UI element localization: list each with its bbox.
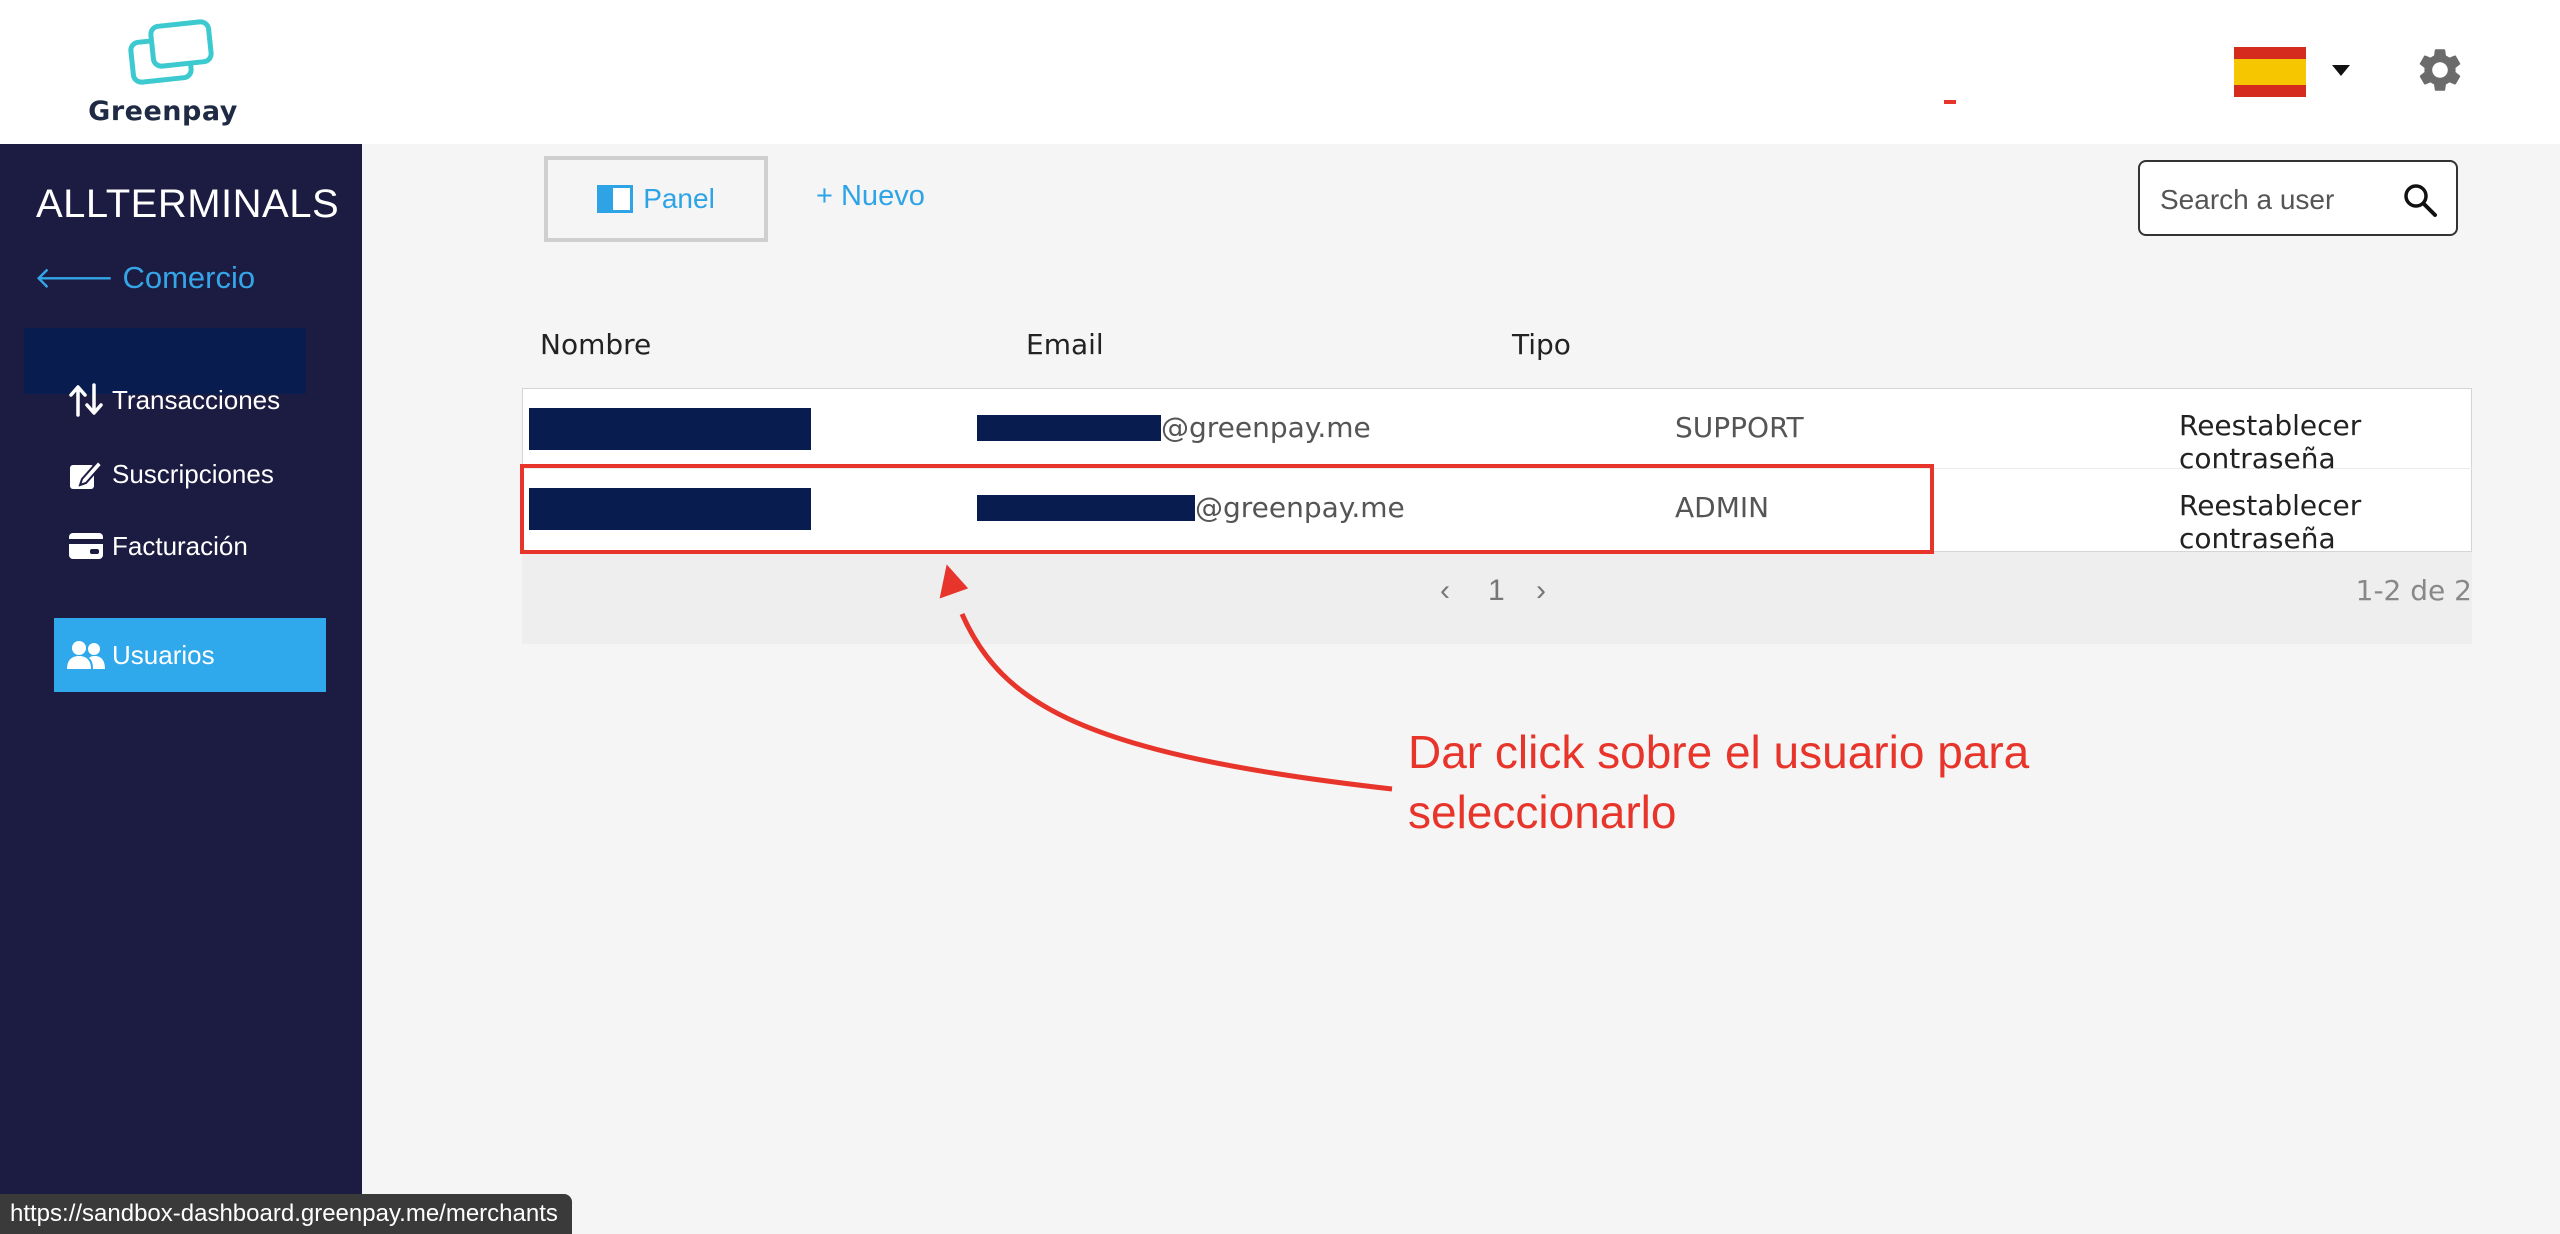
new-user-button[interactable]: + Nuevo xyxy=(816,180,925,213)
arrows-up-down-icon xyxy=(66,382,106,418)
panel-button[interactable]: Panel xyxy=(544,156,768,242)
email-suffix: @greenpay.me xyxy=(1161,411,1371,444)
annotation-mark xyxy=(1944,100,1956,104)
pagination-bar: ‹ 1 › 1-2 de 2 xyxy=(522,552,2472,644)
panel-icon xyxy=(597,185,634,213)
edit-icon xyxy=(66,456,106,492)
reset-password-link[interactable]: Reestablecer contraseña xyxy=(2179,409,2473,475)
annotation-text: Dar click sobre el usuario para seleccio… xyxy=(1408,726,2030,838)
redacted-name xyxy=(529,408,811,450)
sidebar-item-label: Facturación xyxy=(112,530,248,561)
sidebar-item-transacciones[interactable]: Transacciones xyxy=(54,364,326,436)
sidebar: ALLTERMINALS 🡐 Comercio Transacciones Su… xyxy=(0,144,362,1234)
column-header-email[interactable]: Email xyxy=(1026,328,1104,361)
user-type: SUPPORT xyxy=(1675,411,1804,444)
chevron-down-icon[interactable] xyxy=(2332,65,2350,76)
search-box xyxy=(2138,160,2458,236)
status-bar-url: https://sandbox-dashboard.greenpay.me/me… xyxy=(0,1194,572,1234)
sidebar-item-usuarios[interactable]: Usuarios xyxy=(54,618,326,692)
sidebar-item-facturacion[interactable]: Facturación xyxy=(54,510,326,582)
sidebar-item-label: Transacciones xyxy=(112,384,281,415)
greenpay-logo[interactable]: Greenpay xyxy=(88,18,238,127)
cards-logo-icon xyxy=(128,19,214,85)
arrow-left-icon: 🡐 xyxy=(34,262,115,295)
credit-card-icon xyxy=(66,528,106,564)
search-icon[interactable] xyxy=(2402,182,2438,218)
main-content: Panel + Nuevo Nombre Email Tipo @greenpa… xyxy=(362,144,2560,1234)
gear-icon[interactable] xyxy=(2414,44,2466,96)
table-row[interactable]: @greenpay.me SUPPORT Reestablecer contra… xyxy=(523,389,2473,475)
pagination-next[interactable]: › xyxy=(1536,574,1546,608)
reset-password-link[interactable]: Reestablecer contraseña xyxy=(2179,489,2473,555)
spain-flag-icon[interactable] xyxy=(2234,47,2306,97)
sidebar-item-suscripciones[interactable]: Suscripciones xyxy=(54,438,326,510)
search-input[interactable] xyxy=(2160,182,2390,218)
pagination-page[interactable]: 1 xyxy=(1488,574,1505,608)
redacted-email xyxy=(977,415,1161,441)
merchant-name: ALLTERMINALS xyxy=(36,182,340,226)
annotation-arrow xyxy=(939,564,1393,792)
back-to-merchant-link[interactable]: 🡐 Comercio xyxy=(34,260,255,296)
pagination-count: 1-2 de 2 xyxy=(2355,574,2472,607)
top-header: Greenpay xyxy=(0,0,2560,144)
annotation-highlight-box xyxy=(520,464,1934,554)
back-link-label: Comercio xyxy=(122,260,256,295)
column-header-tipo[interactable]: Tipo xyxy=(1512,328,1571,361)
pagination-prev[interactable]: ‹ xyxy=(1440,574,1450,608)
logo-text: Greenpay xyxy=(88,96,238,127)
column-header-nombre[interactable]: Nombre xyxy=(540,328,651,361)
users-icon xyxy=(66,637,106,673)
panel-button-label: Panel xyxy=(643,183,715,214)
sidebar-item-label: Suscripciones xyxy=(112,458,274,489)
sidebar-item-label: Usuarios xyxy=(112,639,215,670)
